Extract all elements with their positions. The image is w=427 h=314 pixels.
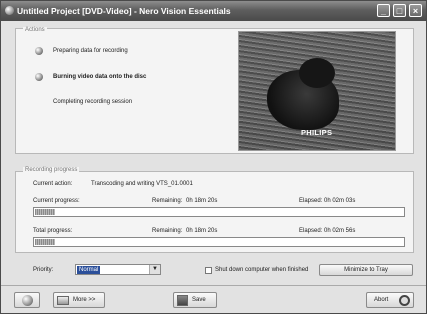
actions-legend: Actions (23, 27, 47, 33)
maximize-button[interactable]: □ (393, 4, 406, 17)
total-remaining-value: 0h 18m 20s (186, 228, 218, 234)
total-remaining-label: Remaining: (152, 228, 183, 234)
priority-label: Priority: (33, 267, 54, 273)
priority-select[interactable]: Normal ▼ (75, 264, 161, 275)
total-progress-label: Total progress: (33, 228, 73, 234)
title-bar: Untitled Project [DVD-Video] - Nero Visi… (1, 1, 426, 21)
help-button[interactable] (14, 292, 40, 308)
current-action-value: Transcoding and writing VTS_01.0001 (91, 181, 193, 187)
help-icon (22, 295, 33, 306)
step-label: Preparing data for recording (53, 48, 128, 54)
total-progress-fill (35, 239, 56, 245)
more-button[interactable]: More >> (53, 292, 105, 308)
footer-divider (1, 285, 426, 286)
step-label: Completing recording session (53, 99, 133, 105)
window-title: Untitled Project [DVD-Video] - Nero Visi… (17, 6, 231, 16)
chevron-down-icon[interactable]: ▼ (149, 265, 160, 274)
shutdown-checkbox[interactable] (205, 267, 212, 274)
video-preview: PHILIPS (238, 31, 396, 151)
total-progress-bar (33, 237, 405, 247)
more-button-label: More >> (73, 297, 96, 303)
abort-icon (399, 295, 410, 306)
recording-progress-legend: Recording progress (23, 167, 80, 173)
floppy-disk-icon (177, 295, 188, 306)
preview-brand-text: PHILIPS (301, 128, 333, 137)
total-elapsed-label: Elapsed: (299, 228, 323, 234)
current-progress-bar (33, 207, 405, 217)
current-elapsed-value: 0h 02m 03s (324, 198, 356, 204)
current-remaining-value: 0h 18m 20s (186, 198, 218, 204)
priority-selected-value: Normal (77, 266, 101, 274)
shutdown-label: Shut down computer when finished (215, 267, 309, 273)
total-elapsed-value: 0h 02m 56s (324, 228, 356, 234)
current-progress-fill (35, 209, 56, 215)
abort-button-label: Abort (374, 297, 389, 303)
save-button[interactable]: Save (173, 292, 217, 308)
step-active-icon (35, 73, 43, 81)
more-options-icon (57, 296, 69, 305)
close-button[interactable]: × (409, 4, 422, 17)
current-elapsed-label: Elapsed: (299, 198, 323, 204)
minimize-to-tray-button[interactable]: Minimize to Tray (319, 264, 413, 276)
current-action-label: Current action: (33, 181, 73, 187)
abort-button[interactable]: Abort (366, 292, 414, 308)
minimize-button[interactable]: _ (377, 4, 390, 17)
current-progress-label: Current progress: (33, 198, 80, 204)
preview-subject-head (299, 58, 335, 88)
current-remaining-label: Remaining: (152, 198, 183, 204)
step-done-icon (35, 47, 43, 55)
app-window: Untitled Project [DVD-Video] - Nero Visi… (0, 0, 427, 314)
minimize-to-tray-label: Minimize to Tray (344, 267, 388, 273)
step-label: Burning video data onto the disc (53, 74, 147, 80)
nero-app-icon (5, 6, 14, 15)
save-button-label: Save (192, 297, 206, 303)
